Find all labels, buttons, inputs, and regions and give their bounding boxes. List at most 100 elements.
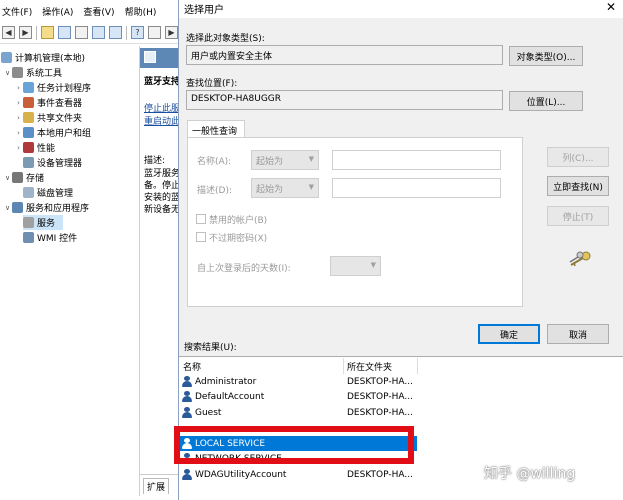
collapsed-arrow-icon[interactable]: › xyxy=(14,144,23,152)
disabled-accounts-label: 禁用的帐户(B) xyxy=(209,216,268,226)
stop-service-link[interactable]: 停止此服 xyxy=(144,101,182,114)
tab-general-query[interactable]: 一般性查询 xyxy=(187,120,245,138)
result-row[interactable]: Administrator DESKTOP-HA... xyxy=(179,374,417,389)
red-highlight-box xyxy=(174,426,414,464)
up-folder-icon[interactable] xyxy=(41,26,54,39)
tree-item-label: 设备管理器 xyxy=(37,159,83,169)
view-tabs: 扩展 xyxy=(140,474,182,496)
refresh-icon[interactable] xyxy=(92,26,105,39)
watermark: 知乎 @willing xyxy=(484,466,576,482)
tree-item-label: 磁盘管理 xyxy=(37,189,74,199)
tree-item-shared-folders[interactable]: › 共享文件夹 xyxy=(14,110,82,125)
device-manager-icon xyxy=(23,157,34,168)
tree-item-device-manager[interactable]: 设备管理器 xyxy=(23,155,82,170)
object-type-label: 选择此对象类型(S): xyxy=(186,34,265,44)
navigation-tree: 计算机管理(本地) ∨ 系统工具 › 任务计划程序 › 事件查看器 › 共享文件… xyxy=(0,46,140,496)
tree-item-system-tools[interactable]: ∨ 系统工具 xyxy=(3,65,62,80)
result-row[interactable]: Guest DESKTOP-HA... xyxy=(179,405,417,420)
tree-item-wmi[interactable]: WMI 控件 xyxy=(23,230,77,245)
users-icon xyxy=(23,127,34,138)
tree-item-performance[interactable]: › 性能 xyxy=(14,140,55,155)
cancel-button[interactable]: 取消 xyxy=(547,324,609,344)
expanded-arrow-icon[interactable]: ∨ xyxy=(3,69,12,77)
tree-item-root[interactable]: 计算机管理(本地) xyxy=(1,50,85,65)
location-label: 查找位置(F): xyxy=(186,79,238,89)
column-header-folder[interactable]: 所在文件夹 xyxy=(347,360,392,373)
restart-service-link[interactable]: 重启动此 xyxy=(144,114,182,127)
tree-item-services-apps[interactable]: ∨ 服务和应用程序 xyxy=(3,200,89,215)
location-field: DESKTOP-HA8UGGR xyxy=(186,90,503,110)
result-folder: DESKTOP-HA... xyxy=(347,391,413,402)
locations-button[interactable]: 位置(L)... xyxy=(509,91,583,111)
service-icon xyxy=(144,51,156,63)
tab-extended[interactable]: 扩展 xyxy=(143,477,170,494)
find-now-button[interactable]: 立即查找(N) xyxy=(547,176,609,196)
expanded-arrow-icon[interactable]: ∨ xyxy=(3,204,12,212)
result-folder: DESKTOP-HA... xyxy=(347,469,413,480)
object-types-button[interactable]: 对象类型(O)... xyxy=(509,46,583,66)
description-label: 描述: xyxy=(144,156,166,166)
days-since-login-select: ▼ xyxy=(330,256,381,276)
service-title: 蓝牙支持 xyxy=(144,77,181,87)
collapsed-arrow-icon[interactable]: › xyxy=(14,114,23,122)
chevron-down-icon: ▼ xyxy=(370,261,376,269)
tree-item-label: WMI 控件 xyxy=(37,234,78,244)
collapsed-arrow-icon[interactable]: › xyxy=(14,84,23,92)
tree-item-storage[interactable]: ∨ 存储 xyxy=(3,170,44,185)
name-mode-select: 起始为 ▼ xyxy=(251,150,319,170)
tree-item-local-users[interactable]: › 本地用户和组 xyxy=(14,125,91,140)
close-icon[interactable]: ✕ xyxy=(603,0,619,14)
user-icon xyxy=(182,469,192,480)
services-icon xyxy=(23,217,34,228)
result-name: WDAGUtilityAccount xyxy=(195,469,287,480)
object-type-field: 用户或内置安全主体 xyxy=(186,45,503,65)
collapsed-arrow-icon[interactable]: › xyxy=(14,129,23,137)
menu-view[interactable]: 查看(V) xyxy=(83,5,114,18)
column-header-name[interactable]: 名称 xyxy=(183,360,201,373)
days-since-login-label: 自上次登录后的天数(I): xyxy=(197,264,291,274)
view-icon[interactable] xyxy=(148,26,161,39)
tree-item-label: 事件查看器 xyxy=(37,99,83,109)
properties-icon[interactable] xyxy=(75,26,88,39)
result-row[interactable]: WDAGUtilityAccount DESKTOP-HA... xyxy=(179,467,417,482)
tree-item-services[interactable]: 服务 xyxy=(23,215,63,230)
back-icon[interactable]: ◀ xyxy=(2,26,15,39)
result-row[interactable]: DefaultAccount DESKTOP-HA... xyxy=(179,389,417,404)
tree-item-label: 任务计划程序 xyxy=(37,84,92,94)
description-mode-select: 起始为 ▼ xyxy=(251,178,319,198)
column-divider[interactable] xyxy=(343,358,344,374)
description-input xyxy=(332,178,501,198)
result-folder: DESKTOP-HA... xyxy=(347,376,413,387)
result-name: Guest xyxy=(195,407,222,418)
export-icon[interactable] xyxy=(109,26,122,39)
name-label: 名称(A): xyxy=(197,157,232,167)
menu-file[interactable]: 文件(F) xyxy=(2,5,32,18)
chevron-down-icon: ▼ xyxy=(308,183,314,191)
play-icon[interactable]: ▶ xyxy=(165,26,178,39)
tools-icon xyxy=(12,67,23,78)
menu-help[interactable]: 帮助(H) xyxy=(125,5,157,18)
forward-icon[interactable]: ▶ xyxy=(19,26,32,39)
performance-icon xyxy=(23,142,34,153)
help-icon[interactable]: ? xyxy=(131,26,144,39)
no-expire-password-label: 不过期密码(X) xyxy=(209,234,268,244)
tree-item-label: 本地用户和组 xyxy=(37,129,92,139)
event-viewer-icon xyxy=(23,97,34,108)
disk-icon xyxy=(23,187,34,198)
collapsed-arrow-icon[interactable]: › xyxy=(14,99,23,107)
ok-button[interactable]: 确定 xyxy=(478,324,540,344)
tree-item-label: 计算机管理(本地) xyxy=(15,54,86,64)
menu-action[interactable]: 操作(A) xyxy=(42,5,73,18)
disabled-accounts-checkbox xyxy=(196,214,206,224)
column-divider[interactable] xyxy=(417,358,418,374)
keys-icon xyxy=(569,251,591,267)
tree-item-task-scheduler[interactable]: › 任务计划程序 xyxy=(14,80,91,95)
no-expire-password-checkbox xyxy=(196,232,206,242)
expanded-arrow-icon[interactable]: ∨ xyxy=(3,174,12,182)
columns-button[interactable]: 列(C)... xyxy=(547,147,609,167)
tree-item-disk-management[interactable]: 磁盘管理 xyxy=(23,185,73,200)
search-results-label: 搜索结果(U): xyxy=(184,343,237,353)
stop-button[interactable]: 停止(T) xyxy=(547,206,609,226)
tree-item-event-viewer[interactable]: › 事件查看器 xyxy=(14,95,82,110)
show-tree-icon[interactable] xyxy=(58,26,71,39)
